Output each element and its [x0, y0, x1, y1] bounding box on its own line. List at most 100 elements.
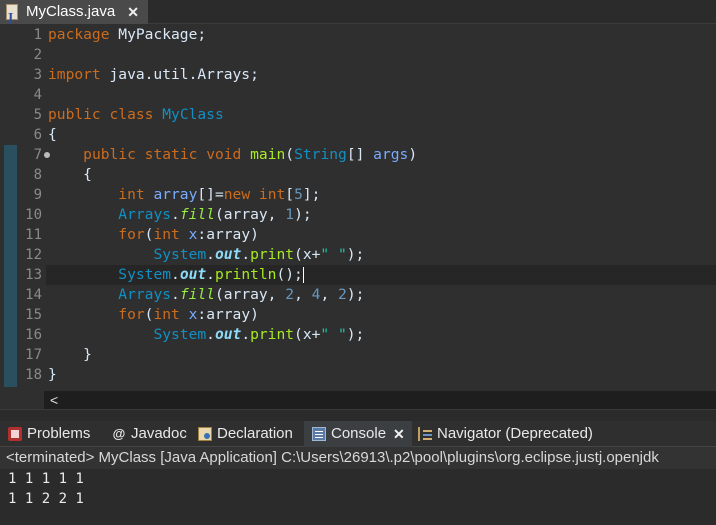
code-line[interactable]: System.out.print(x+" "); [48, 245, 716, 265]
close-icon[interactable]: ✕ [393, 421, 405, 447]
code-line[interactable]: public static void main(String[] args) [48, 145, 716, 165]
tab-javadoc[interactable]: @ Javadoc [104, 421, 187, 447]
line-number: 6 [33, 127, 42, 143]
keyword: public [83, 146, 136, 163]
line-number: 2 [33, 47, 42, 63]
line-number: 5 [33, 107, 42, 123]
line-number: 12 [25, 247, 42, 263]
code-line[interactable]: { [48, 165, 716, 185]
code-line[interactable]: for(int x:array) [48, 305, 716, 325]
tab-problems[interactable]: Problems [0, 421, 90, 447]
code-line[interactable]: int array[]=new int[5]; [48, 185, 716, 205]
tab-label: Declaration [217, 425, 293, 442]
number-literal: 2 [338, 286, 347, 303]
code-text: (x+ [294, 326, 321, 343]
line-number: 17 [25, 347, 42, 363]
type-name: System [153, 326, 207, 343]
code-text: :array) [197, 226, 259, 243]
keyword: int [153, 226, 180, 243]
console-view[interactable]: <terminated> MyClass [Java Application] … [0, 447, 716, 525]
line-number: 14 [25, 287, 42, 303]
declaration-icon [198, 427, 212, 441]
line-number: 15 [25, 307, 42, 323]
editor-tab-myclass[interactable]: J MyClass.java ✕ [0, 0, 148, 24]
line-number-gutter: 1 2 3 4 5 6 7 8 9 10 11 12 13 14 15 16 1… [18, 25, 50, 385]
horizontal-scrollbar[interactable]: < [44, 391, 716, 409]
keyword: int [153, 306, 180, 323]
type-name: System [153, 246, 207, 263]
code-line[interactable] [48, 45, 716, 65]
line-number: 4 [33, 87, 42, 103]
static-method: fill [179, 286, 215, 303]
type-name: System [118, 266, 172, 283]
panel-divider[interactable] [0, 409, 716, 421]
code-line[interactable] [48, 85, 716, 105]
code-text: . [206, 266, 215, 283]
keyword: for [118, 306, 145, 323]
keyword: package [48, 26, 110, 43]
close-icon[interactable]: ✕ [127, 0, 139, 24]
code-line[interactable]: System.out.print(x+" "); [48, 325, 716, 345]
code-line[interactable]: import java.util.Arrays; [48, 65, 716, 85]
string-literal: " " [320, 326, 347, 343]
scroll-left-arrow-icon[interactable]: < [50, 391, 58, 409]
keyword: static [144, 146, 198, 163]
code-text: . [206, 246, 215, 263]
type-name: Arrays [118, 286, 172, 303]
line-number: 16 [25, 327, 42, 343]
code-text: } [83, 346, 92, 363]
static-field: out [214, 326, 242, 343]
code-text: ); [346, 286, 365, 303]
code-text: ); [294, 206, 312, 223]
code-text: . [171, 206, 180, 223]
code-area[interactable]: package MyPackage; import java.util.Arra… [46, 25, 716, 385]
code-text: . [241, 326, 251, 343]
code-text: . [171, 266, 180, 283]
console-icon [312, 427, 326, 441]
code-text: (array, [214, 206, 286, 223]
tab-declaration[interactable]: Declaration [190, 421, 293, 447]
code-line[interactable]: for(int x:array) [48, 225, 716, 245]
keyword: public [48, 106, 101, 123]
method-name: print [250, 326, 295, 343]
line-number-text: 7 [33, 147, 42, 163]
tab-label: Problems [27, 425, 91, 442]
tab-label: Console [331, 425, 387, 442]
code-editor[interactable]: 1 2 3 4 5 6 7 8 9 10 11 12 13 14 15 16 1… [0, 25, 716, 391]
line-number: 13 [25, 267, 42, 283]
code-line[interactable]: } [48, 345, 716, 365]
code-line[interactable]: Arrays.fill(array, 1); [48, 205, 716, 225]
console-output-line: 1 1 2 2 1 [8, 491, 84, 507]
number-literal: 5 [294, 186, 303, 203]
editor-tab-bar: J MyClass.java ✕ [0, 0, 716, 24]
type-name: String [294, 146, 347, 163]
method-name: main [250, 146, 286, 163]
static-field: out [214, 246, 242, 263]
line-number: 3 [33, 67, 42, 83]
tab-console[interactable]: Console ✕ [304, 421, 412, 447]
tab-navigator[interactable]: Navigator (Deprecated) [410, 421, 593, 447]
code-line[interactable]: Arrays.fill(array, 2, 4, 2); [48, 285, 716, 305]
javadoc-at-icon: @ [112, 426, 126, 441]
variable: array [153, 186, 198, 203]
code-line-current[interactable]: System.out.println(); [46, 265, 716, 285]
code-text: (array, [214, 286, 286, 303]
code-line[interactable]: package MyPackage; [48, 25, 716, 45]
code-line[interactable]: { [48, 125, 716, 145]
code-line[interactable]: } [48, 365, 716, 385]
code-text: (x+ [294, 246, 321, 263]
java-file-icon: J [4, 4, 20, 24]
line-number: 8 [33, 167, 42, 183]
static-field: out [179, 266, 207, 283]
code-text: ]; [302, 186, 321, 203]
tab-label: Javadoc [131, 425, 187, 442]
code-line[interactable]: public class MyClass [48, 105, 716, 125]
class-name: MyClass [162, 106, 224, 123]
keyword: import [48, 66, 101, 83]
